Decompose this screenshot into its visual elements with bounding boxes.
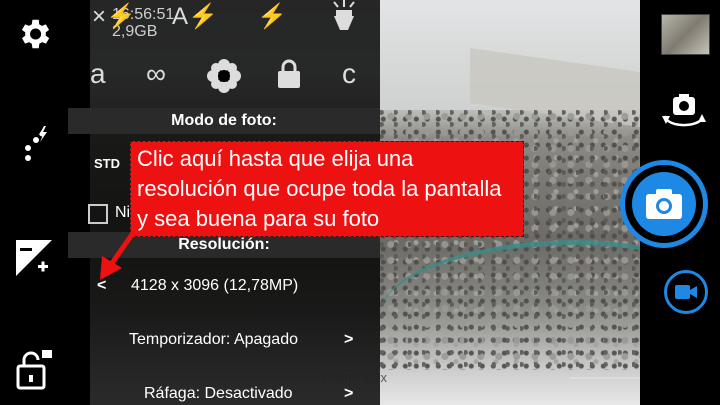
torch-icon[interactable]: [330, 0, 358, 39]
timer-setting[interactable]: Temporizador: Apagado: [129, 331, 298, 349]
timer-next-button[interactable]: >: [344, 331, 353, 349]
camera-icon: [632, 172, 696, 236]
flash-on-icon[interactable]: ⚡: [257, 2, 287, 31]
exposure-icon[interactable]: [12, 236, 56, 280]
flash-auto-icon[interactable]: A⚡: [172, 2, 218, 31]
focus-continuous[interactable]: c: [342, 58, 356, 90]
std-mode-option[interactable]: STD: [94, 156, 120, 171]
photo-mode-checkbox[interactable]: [88, 204, 108, 224]
settings-gear-icon[interactable]: [12, 12, 56, 56]
resolution-value: 4128 x 3096 (12,78MP): [131, 277, 299, 294]
flash-dots-icon[interactable]: [12, 122, 56, 166]
shutter-button[interactable]: [620, 160, 708, 248]
switch-camera-icon[interactable]: [660, 92, 708, 137]
video-record-button[interactable]: [664, 270, 708, 314]
photo-mode-checkbox-label: Ni: [115, 204, 131, 221]
gallery-thumbnail[interactable]: [661, 14, 710, 55]
video-camera-icon: [675, 285, 697, 299]
photo-mode-header: Modo de foto:: [68, 108, 380, 134]
burst-next-button[interactable]: >: [344, 385, 353, 403]
focus-macro-icon[interactable]: [204, 56, 244, 103]
flash-off-icon[interactable]: ×⚡: [92, 2, 136, 31]
zoom-readout: Zoom: 2,2x: [322, 370, 388, 385]
focus-locked-icon[interactable]: [276, 58, 302, 97]
annotation-callout: Clic aquí hasta que elija una resolución…: [130, 141, 524, 237]
unlock-icon[interactable]: [12, 346, 56, 390]
focus-infinity[interactable]: ∞: [146, 58, 166, 90]
annotation-arrow-icon: [100, 224, 141, 280]
focus-auto[interactable]: a: [90, 58, 106, 90]
focus-mode-row: a ∞ c: [68, 58, 380, 98]
burst-setting[interactable]: Ráfaga: Desactivado: [144, 385, 293, 403]
left-toolbar: [0, 0, 68, 405]
